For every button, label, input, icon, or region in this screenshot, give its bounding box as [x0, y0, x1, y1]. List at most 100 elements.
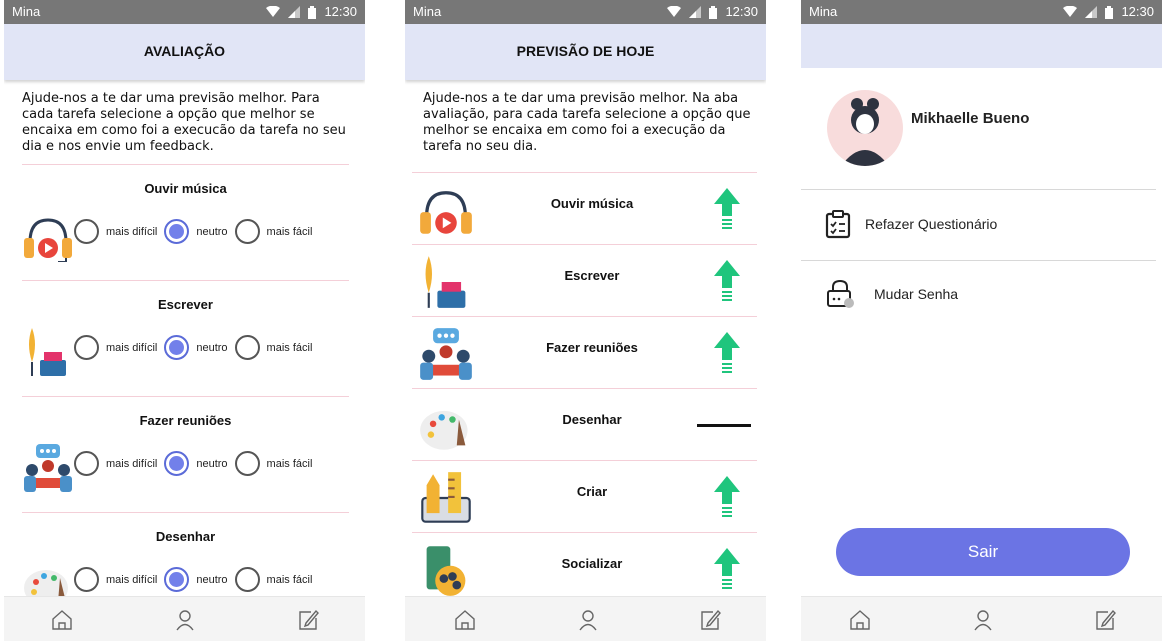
rating-options: mais difícil neutro mais fácil: [74, 451, 319, 476]
page-title: PREVISÃO DE HOJE: [405, 24, 766, 80]
clock-label: 12:30: [725, 4, 758, 19]
status-bar: Mina 12:30: [4, 0, 365, 24]
task-name: Ouvir música: [550, 196, 634, 211]
rating-options: mais difícil neutro mais fácil: [74, 335, 319, 360]
user-icon[interactable]: [174, 609, 196, 631]
radio-mais-facil[interactable]: [234, 219, 260, 244]
logout-button[interactable]: Sair: [836, 528, 1130, 576]
wifi-icon: [1063, 6, 1078, 17]
option-label: mais fácil: [266, 457, 313, 470]
radio-neutro[interactable]: [164, 567, 190, 592]
radio-mais-facil[interactable]: [234, 567, 260, 592]
user-icon[interactable]: [972, 609, 994, 631]
task-name: Criar: [576, 484, 608, 499]
quill-inkpot-icon: [29, 328, 66, 376]
task-name: Desenhar: [562, 412, 622, 427]
option-label: neutro: [196, 573, 228, 586]
option-label: neutro: [196, 341, 228, 354]
edit-icon[interactable]: [1094, 609, 1116, 631]
menu-label: Mudar Senha: [874, 286, 959, 302]
headphones-play-icon: [24, 218, 72, 262]
headphones-play-icon: [420, 191, 472, 234]
bottom-nav: [4, 596, 365, 641]
meeting-icon: [24, 444, 72, 492]
home-icon[interactable]: [51, 609, 73, 631]
rating-options: mais difícil neutro mais fácil: [74, 567, 319, 592]
quill-inkpot-icon: [425, 256, 466, 308]
header-bar: [801, 24, 1162, 68]
trend-up-icon: [714, 260, 740, 301]
battery-icon: [709, 5, 718, 19]
clock-label: 12:30: [1121, 4, 1154, 19]
status-bar: Mina 12:30: [405, 0, 766, 24]
wifi-icon: [266, 6, 281, 17]
carrier-label: Mina: [413, 4, 442, 19]
edit-icon[interactable]: [699, 609, 721, 631]
home-icon[interactable]: [454, 609, 476, 631]
menu-mudar-senha[interactable]: Mudar Senha: [801, 270, 1156, 320]
option-label: mais difícil: [106, 457, 158, 470]
forecast-row: Fazer reuniões: [412, 316, 757, 388]
edit-icon[interactable]: [297, 609, 319, 631]
menu-refazer-questionario[interactable]: Refazer Questionário: [801, 200, 1156, 250]
signal-icon: [1085, 6, 1098, 18]
bottom-nav: [801, 596, 1162, 641]
forecast-row: Ouvir música: [412, 172, 757, 244]
clock-label: 12:30: [324, 4, 357, 19]
radio-neutro[interactable]: [164, 219, 190, 244]
option-label: mais difícil: [106, 341, 158, 354]
intro-text: Ajude-nos a te dar uma previsão melhor. …: [423, 91, 751, 154]
task-name: Fazer reuniões: [139, 413, 232, 428]
task-name: Ouvir música: [144, 181, 227, 196]
option-label: mais fácil: [266, 341, 313, 354]
radio-mais-dificil[interactable]: [74, 451, 99, 476]
divider: [801, 189, 1156, 190]
screen-previsao: Mina 12:30 PREVISÃO DE HOJE Ajude-nos a …: [405, 0, 766, 641]
task-name: Desenhar: [155, 529, 216, 544]
task-name: Socializar: [561, 556, 623, 571]
trend-up-icon: [714, 188, 740, 229]
trend-up-icon: [714, 548, 740, 589]
task-item: Escrever mais difícil neutro mais fácil: [22, 280, 349, 396]
lock-icon: [827, 279, 854, 308]
option-label: mais fácil: [266, 573, 313, 586]
status-bar: Mina 12:30: [801, 0, 1162, 24]
page-title: AVALIAÇÃO: [4, 24, 365, 80]
radio-neutro[interactable]: [164, 335, 190, 360]
screen-perfil: Mina 12:30 Mikhaelle Bueno Refazer Quest…: [801, 0, 1162, 641]
bottom-nav: [405, 596, 766, 641]
forecast-row: Socializar: [412, 532, 757, 604]
social-phone-icon: [426, 546, 466, 596]
signal-icon: [689, 6, 702, 18]
trend-up-icon: [714, 332, 740, 373]
divider: [801, 260, 1156, 261]
trend-neutral-icon: [697, 424, 751, 427]
clipboard-check-icon: [825, 210, 851, 239]
trend-up-icon: [714, 476, 740, 517]
radio-mais-facil[interactable]: [234, 451, 260, 476]
carrier-label: Mina: [12, 4, 41, 19]
avatar: [827, 90, 903, 166]
screen-avaliacao: Mina 12:30 AVALIAÇÃO Ajude-nos a te dar …: [4, 0, 365, 641]
option-label: mais difícil: [106, 573, 158, 586]
ruler-pencil-icon: [421, 472, 471, 523]
forecast-row: Desenhar: [412, 388, 757, 460]
radio-mais-facil[interactable]: [234, 335, 260, 360]
option-label: neutro: [196, 457, 228, 470]
battery-icon: [1105, 5, 1114, 19]
user-icon[interactable]: [577, 609, 599, 631]
radio-mais-dificil[interactable]: [74, 567, 99, 592]
wifi-icon: [667, 6, 682, 17]
task-name: Escrever: [158, 297, 213, 312]
radio-neutro[interactable]: [164, 451, 190, 476]
option-label: mais difícil: [106, 225, 158, 238]
forecast-row: Escrever: [412, 244, 757, 316]
menu-label: Refazer Questionário: [865, 216, 998, 232]
radio-mais-dificil[interactable]: [74, 335, 99, 360]
home-icon[interactable]: [849, 609, 871, 631]
radio-mais-dificil[interactable]: [74, 219, 99, 244]
user-name: Mikhaelle Bueno: [911, 110, 1030, 127]
signal-icon: [288, 6, 301, 18]
forecast-row: Criar: [412, 460, 757, 532]
option-label: neutro: [196, 225, 228, 238]
